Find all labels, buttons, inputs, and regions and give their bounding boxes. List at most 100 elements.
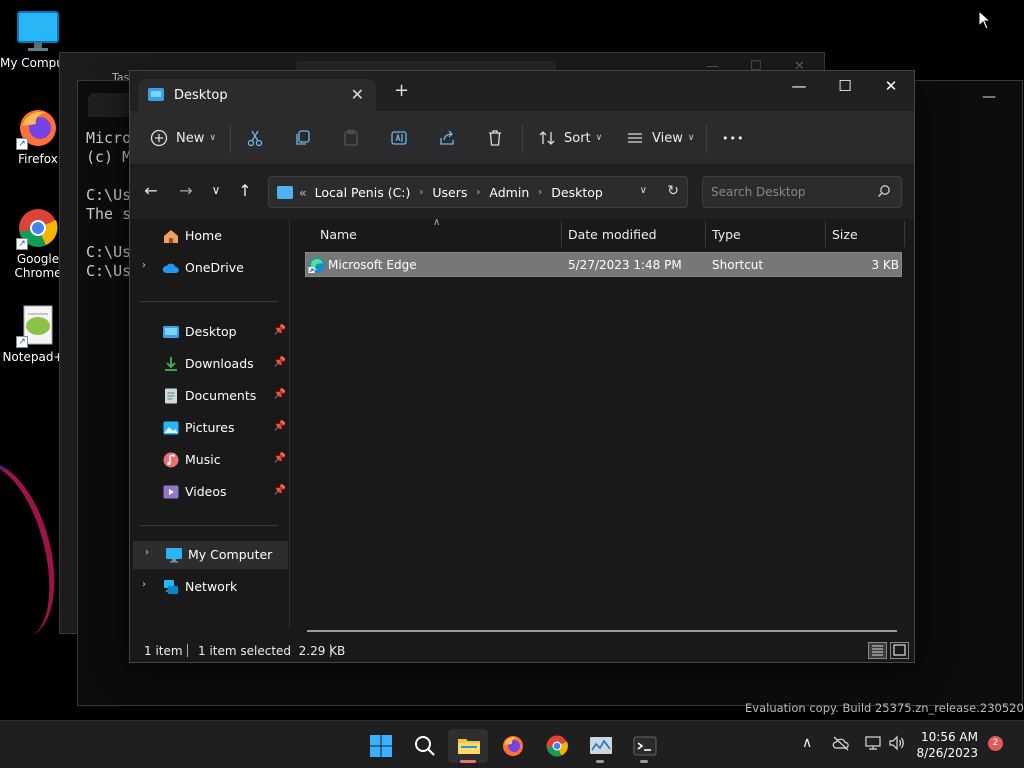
nav-label: Network	[185, 579, 238, 594]
evaluation-watermark: Evaluation copy. Build 25375.zn_release.…	[745, 701, 1024, 715]
view-label: View	[652, 130, 683, 146]
chevron-right-icon[interactable]: ›	[145, 547, 149, 558]
taskbar-task-manager[interactable]	[580, 729, 620, 763]
onedrive-offline-icon[interactable]	[832, 735, 850, 755]
chevron-right-icon: ›	[476, 186, 481, 198]
nav-label: Downloads	[185, 356, 254, 371]
nav-item-network[interactable]: › Network	[130, 573, 290, 601]
chevron-right-icon[interactable]: ›	[142, 260, 146, 271]
close-button[interactable]: ✕	[868, 77, 914, 95]
refresh-icon[interactable]: ↻	[667, 183, 679, 199]
maximize-button[interactable]: ☐	[822, 77, 868, 95]
new-label: New	[176, 130, 205, 146]
system-clock[interactable]: 10:56 AM 8/26/2023	[916, 729, 978, 761]
chevron-down-icon[interactable]: ∨	[640, 185, 647, 196]
details-view-button[interactable]	[868, 642, 887, 659]
nav-item-videos[interactable]: Videos 📌	[130, 478, 290, 506]
pin-icon: 📌	[273, 485, 286, 496]
nav-label: My Computer	[188, 547, 273, 562]
new-tab-button[interactable]: +	[394, 82, 409, 100]
nav-item-pictures[interactable]: Pictures 📌	[130, 414, 290, 442]
file-size: 3 KB	[871, 258, 899, 272]
network-status-icon[interactable]	[864, 735, 882, 755]
nav-label: Music	[185, 452, 221, 467]
view-button[interactable]: View ∨	[626, 125, 694, 151]
column-header-date-modified[interactable]: Date modified	[568, 227, 657, 242]
show-hidden-icons-chevron-icon[interactable]: ∧	[802, 735, 812, 751]
terminal-line: C:\Us	[86, 262, 132, 280]
pin-icon: 📌	[273, 421, 286, 432]
nav-item-onedrive[interactable]: › OneDrive	[130, 254, 290, 282]
sort-label: Sort	[564, 130, 591, 146]
nav-item-documents[interactable]: Documents 📌	[130, 382, 290, 410]
breadcrumb-item-drive[interactable]: Local Penis (C:)	[315, 185, 411, 200]
taskbar-firefox[interactable]	[492, 729, 532, 763]
breadcrumb-item-desktop[interactable]: Desktop	[551, 185, 603, 200]
desktop-folder-icon	[162, 323, 180, 341]
address-bar[interactable]: « Local Penis (C:) › Users › Admin › Des…	[268, 176, 688, 208]
search-icon	[413, 734, 437, 758]
terminal-line: Micro	[86, 129, 132, 147]
taskbar-chrome[interactable]	[536, 729, 576, 763]
rename-button[interactable]	[390, 125, 408, 151]
tab-desktop[interactable]: Desktop ✕	[138, 79, 376, 111]
back-arrow-icon[interactable]: ←	[140, 181, 162, 200]
more-options-button[interactable]: •••	[722, 125, 744, 151]
nav-item-desktop[interactable]: Desktop 📌	[130, 318, 290, 346]
minimize-button[interactable]: —	[776, 77, 822, 95]
taskbar-file-explorer[interactable]	[448, 729, 488, 763]
file-explorer-window[interactable]: Desktop ✕ + — ☐ ✕ New ∨ Sort ∨ View ∨ ••…	[129, 70, 915, 663]
terminal-line: The s	[86, 205, 132, 223]
document-icon	[162, 387, 180, 405]
up-arrow-icon[interactable]: ↑	[234, 181, 256, 200]
recent-locations-chevron-icon[interactable]: ∨	[205, 183, 227, 197]
nav-item-downloads[interactable]: Downloads 📌	[130, 350, 290, 378]
forward-arrow-icon[interactable]: →	[175, 181, 197, 200]
breadcrumb-item-users[interactable]: Users	[432, 185, 467, 200]
nav-item-my-computer[interactable]: › My Computer	[133, 541, 288, 569]
status-divider	[187, 644, 188, 657]
column-divider[interactable]	[705, 221, 706, 247]
scissors-icon	[246, 129, 264, 147]
volume-icon[interactable]	[888, 735, 906, 755]
column-divider[interactable]	[904, 221, 905, 247]
search-input[interactable]: Search Desktop	[702, 176, 902, 208]
shortcut-arrow-icon: ↗	[16, 138, 28, 150]
search-icon	[877, 184, 891, 201]
column-divider[interactable]	[825, 221, 826, 247]
folder-icon	[457, 734, 481, 758]
nav-item-music[interactable]: Music 📌	[130, 446, 290, 474]
horizontal-scrollbar[interactable]	[307, 630, 897, 632]
column-header-type[interactable]: Type	[712, 227, 741, 242]
close-tab-icon[interactable]: ✕	[351, 85, 364, 104]
table-row[interactable]: Microsoft Edge 5/27/2023 1:48 PM Shortcu…	[305, 252, 902, 277]
new-button[interactable]: New ∨	[150, 125, 216, 151]
taskbar-terminal[interactable]	[624, 729, 664, 763]
tab-title: Desktop	[174, 88, 228, 103]
sort-button[interactable]: Sort ∨	[538, 125, 602, 151]
chevron-right-icon[interactable]: ›	[142, 579, 146, 590]
copy-button[interactable]	[294, 125, 312, 151]
search-button[interactable]	[404, 729, 444, 763]
cut-button[interactable]	[246, 125, 264, 151]
chevron-down-icon: ∨	[595, 133, 603, 143]
column-header-name[interactable]: Name	[320, 227, 357, 242]
task-manager-icon	[589, 734, 613, 758]
breadcrumb-item-admin[interactable]: Admin	[489, 185, 529, 200]
nav-label: Home	[185, 228, 222, 243]
breadcrumb-overflow[interactable]: «	[299, 185, 307, 200]
file-list: ∧ Name Date modified Type Size Microsoft…	[291, 217, 914, 632]
tiles-view-button[interactable]	[890, 642, 909, 659]
column-divider[interactable]	[561, 221, 562, 247]
share-button[interactable]	[438, 125, 456, 151]
trash-icon	[486, 129, 504, 147]
minimize-icon[interactable]: —	[982, 89, 996, 105]
title-bar[interactable]: Desktop ✕ + — ☐ ✕	[130, 71, 914, 111]
sort-ascending-caret-icon: ∧	[433, 217, 441, 228]
delete-button[interactable]	[486, 125, 504, 151]
nav-item-home[interactable]: Home	[130, 222, 290, 250]
notification-badge[interactable]: 2	[988, 736, 1003, 751]
paste-button[interactable]	[342, 125, 360, 151]
start-button[interactable]	[360, 729, 400, 763]
column-header-size[interactable]: Size	[832, 227, 858, 242]
